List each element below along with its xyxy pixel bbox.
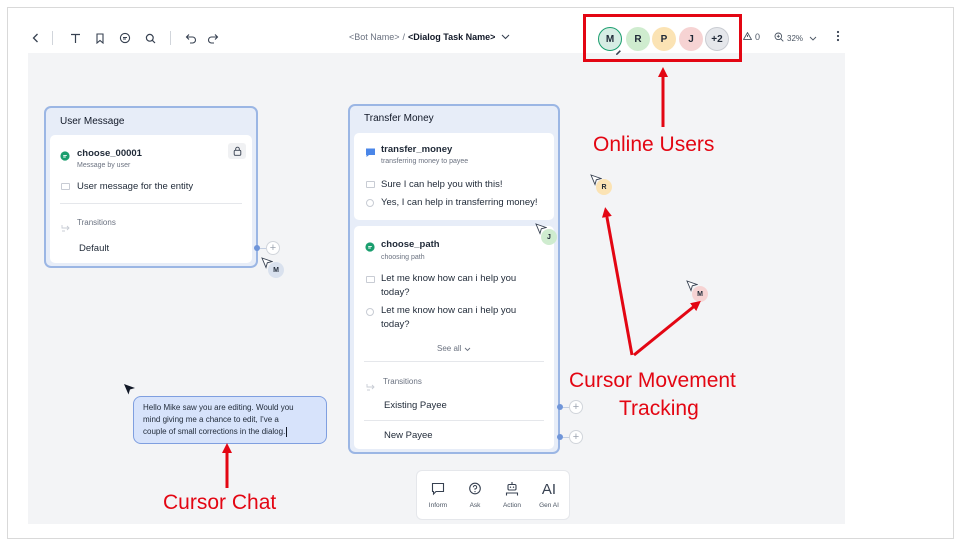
arrow-cursor-tracking bbox=[633, 300, 701, 357]
annotation-cursor-chat: Cursor Chat bbox=[163, 491, 277, 514]
annotation-arrows bbox=[222, 67, 701, 488]
annotation-online-users: Online Users bbox=[593, 133, 715, 156]
annotation-cursor-tracking: Cursor Movement bbox=[569, 369, 736, 392]
annotation-cursor-tracking: Tracking bbox=[619, 397, 699, 420]
arrow-cursor-tracking bbox=[601, 207, 634, 356]
